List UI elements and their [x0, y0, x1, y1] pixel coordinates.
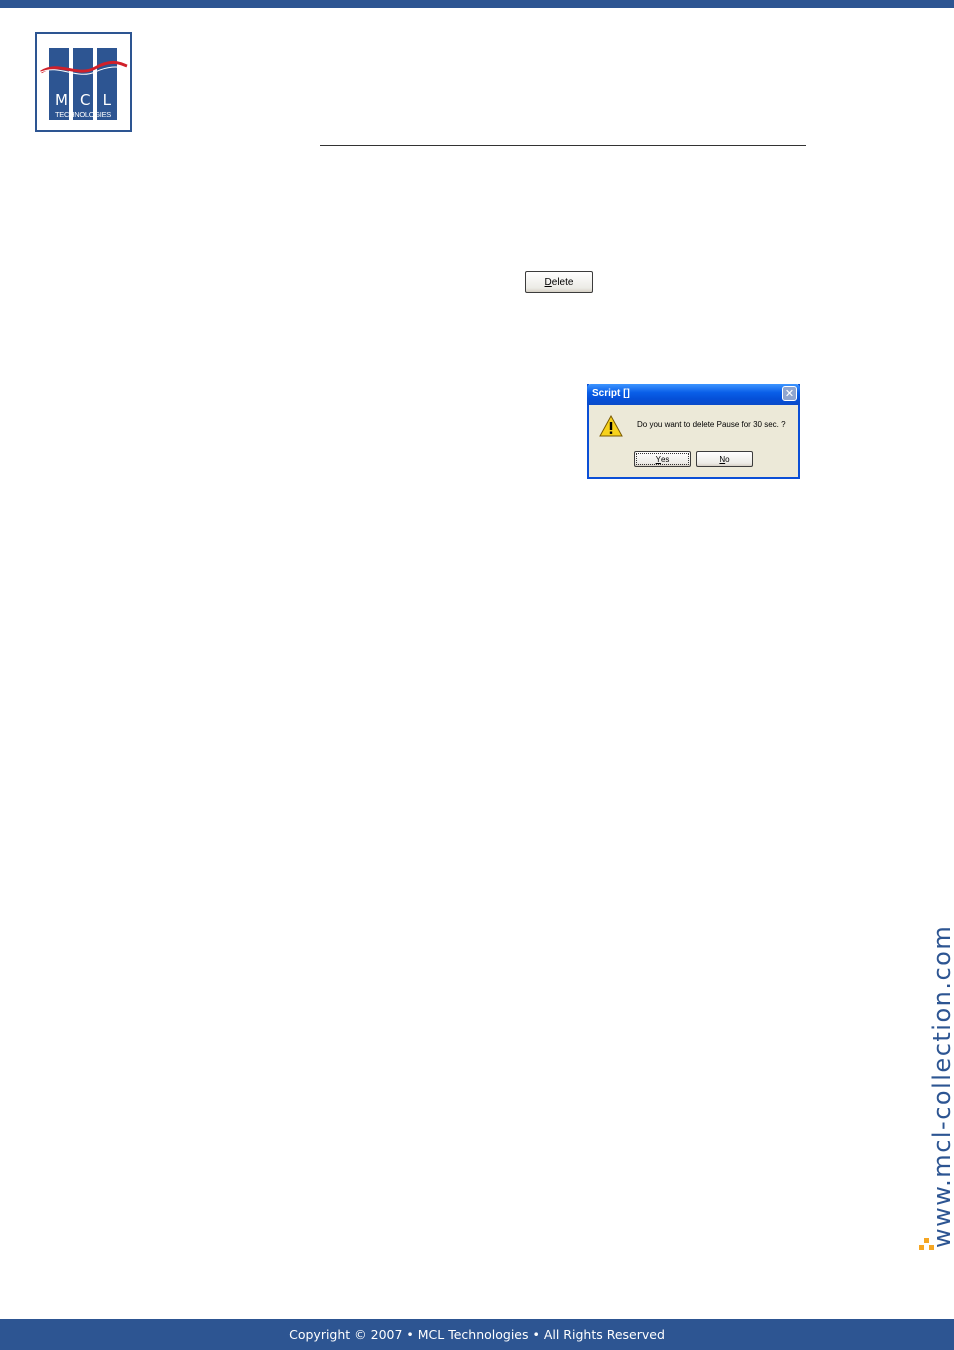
- side-url: www.mcl-collection.com: [928, 924, 954, 1248]
- dialog-titlebar[interactable]: Script [] ✕: [587, 384, 800, 405]
- logo-letter-c: C: [80, 91, 91, 109]
- delete-button-mnemonic: D: [544, 276, 552, 288]
- yes-button-label: es: [660, 454, 670, 464]
- footer-copyright: Copyright © 2007 • MCL Technologies • Al…: [289, 1327, 665, 1342]
- no-button[interactable]: No: [696, 451, 753, 467]
- logo-subtitle: TECHNOLOGIES: [55, 110, 111, 119]
- footer: Copyright © 2007 • MCL Technologies • Al…: [0, 1319, 954, 1350]
- dialog-message: Do you want to delete Pause for 30 sec. …: [637, 420, 786, 429]
- top-bar: [0, 0, 954, 8]
- logo-letter-l: L: [102, 91, 111, 109]
- logo-letter-m: M: [55, 91, 68, 109]
- delete-button-label: elete: [551, 276, 574, 288]
- confirm-delete-dialog: Script [] ✕ Do you want to delete Pause …: [587, 384, 800, 479]
- header-rule: [320, 145, 806, 146]
- no-button-label: o: [725, 454, 730, 464]
- yes-button[interactable]: Yes: [634, 451, 691, 467]
- delete-button[interactable]: Delete: [525, 271, 593, 293]
- mcl-logo: M C L TECHNOLOGIES: [35, 32, 132, 132]
- logo-letters: M C L: [49, 92, 117, 108]
- dialog-title: Script []: [592, 388, 630, 399]
- warning-icon: [599, 415, 623, 437]
- close-icon[interactable]: ✕: [782, 386, 797, 401]
